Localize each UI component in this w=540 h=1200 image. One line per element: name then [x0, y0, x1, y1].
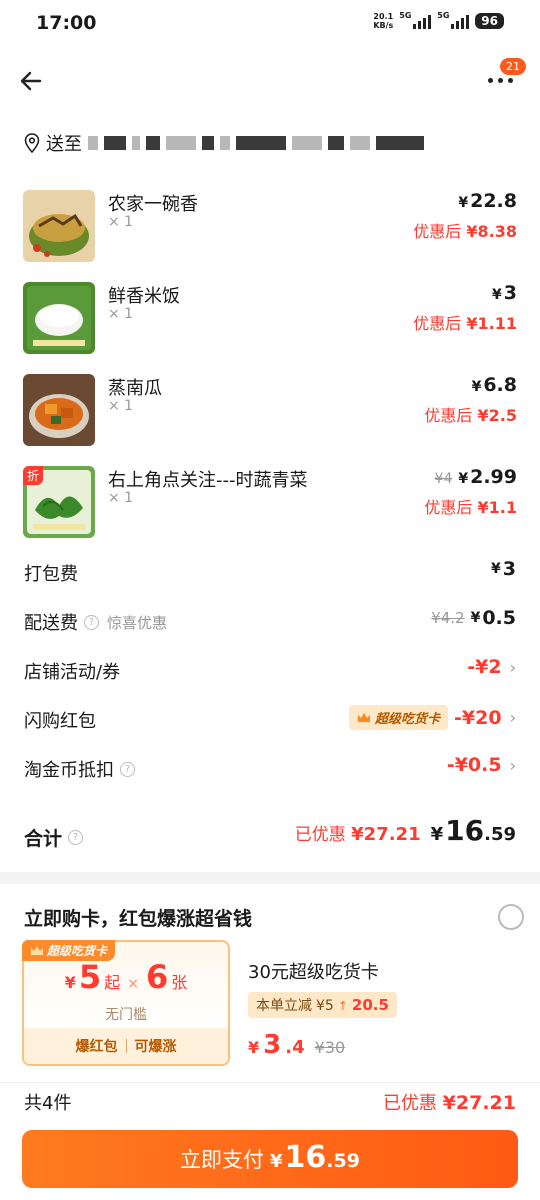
help-icon[interactable]: ? — [84, 614, 99, 630]
card-footer: 爆红包 可爆涨 — [24, 1028, 228, 1064]
item-thumbnail — [23, 374, 95, 446]
card-instant-discount: 本单立减 ¥5 ↑ 20.5 — [248, 992, 397, 1018]
signal-icon: 5G — [399, 11, 432, 29]
fee-list: 打包费 ¥3 配送费 ? 惊喜优惠 ¥4.2 ¥0.5 店铺活动/券 -¥2 › 闪… — [0, 548, 540, 793]
item-thumbnail — [23, 190, 95, 262]
section-divider — [0, 872, 540, 884]
bottom-saved: 已优惠 ¥27.21 — [382, 1092, 516, 1114]
super-foodie-card-chip: 超级吃货卡 — [349, 705, 449, 730]
coins-value: -¥0.5 › — [446, 754, 516, 776]
item-quantity: × 1 — [108, 398, 134, 414]
order-item[interactable]: 蒸南瓜 × 1 ¥6.8 优惠后 ¥2.5 — [0, 368, 540, 460]
coins-row[interactable]: 淘金币抵扣 ? -¥0.5 › — [0, 744, 540, 793]
card-promo-section: 立即购卡，红包爆涨超省钱 超级吃货卡 ¥ 5 起 × 6 张 无门槛 爆红包 可爆… — [0, 884, 540, 1074]
chevron-right-icon: › — [509, 657, 516, 677]
total-saved: 已优惠 ¥27.21 — [294, 824, 421, 845]
chevron-right-icon: › — [509, 708, 516, 727]
flash-redpacket-value: 超级吃货卡 -¥20 › — [349, 705, 516, 730]
notification-badge: 21 — [500, 58, 526, 75]
delivery-fee-value: ¥4.2 ¥0.5 — [431, 607, 516, 629]
status-icons: 20.1 KB/s 5G 5G 96 — [373, 11, 504, 30]
item-quantity: × 1 — [108, 214, 134, 230]
chevron-right-icon: › — [509, 755, 516, 775]
battery-icon: 96 — [475, 13, 504, 29]
bottom-summary: 共4件 已优惠 ¥27.21 — [0, 1082, 540, 1122]
order-items: 农家一碗香 × 1 ¥22.8 优惠后 ¥8.38 鲜香米饭 × 1 ¥3 优惠… — [0, 184, 540, 552]
delivery-fee-row: 配送费 ? 惊喜优惠 ¥4.2 ¥0.5 — [0, 597, 540, 646]
location-pin-icon — [24, 133, 40, 153]
item-quantity: × 1 — [108, 490, 134, 506]
item-name: 蒸南瓜 — [108, 378, 162, 399]
item-name: 右上角点关注---时蔬青菜 — [108, 470, 308, 491]
item-price: ¥6.8 — [471, 374, 517, 396]
card-price: ¥ 3.4 ¥30 — [248, 1030, 346, 1060]
order-item[interactable]: 鲜香米饭 × 1 ¥3 优惠后 ¥1.11 — [0, 276, 540, 368]
item-discount-price: 优惠后 ¥8.38 — [413, 222, 517, 241]
item-thumbnail: 折 — [23, 466, 95, 538]
super-foodie-card[interactable]: 超级吃货卡 ¥ 5 起 × 6 张 无门槛 爆红包 可爆涨 — [22, 940, 230, 1066]
delivery-address[interactable]: 送至 — [24, 128, 524, 158]
packing-fee-row: 打包费 ¥3 — [0, 548, 540, 597]
card-no-threshold: 无门槛 — [105, 1007, 147, 1023]
flash-redpacket-label: 闪购红包 — [24, 711, 96, 732]
store-promo-value: -¥2 › — [467, 656, 516, 678]
top-nav: 21 — [0, 56, 540, 106]
status-bar: 17:00 20.1 KB/s 5G 5G 96 — [0, 0, 540, 46]
status-time: 17:00 — [36, 12, 97, 34]
item-price: ¥22.8 — [458, 190, 517, 212]
arrow-up-icon: ↑ — [337, 999, 348, 1013]
more-dots-icon — [488, 78, 513, 83]
item-quantity: × 1 — [108, 306, 134, 322]
discount-tag: 折 — [23, 466, 44, 485]
more-options-button[interactable]: 21 — [488, 58, 526, 94]
promo-select-radio[interactable] — [498, 904, 524, 930]
item-count: 共4件 — [24, 1093, 72, 1114]
item-name: 农家一碗香 — [108, 194, 198, 215]
item-discount-price: 优惠后 ¥2.5 — [424, 406, 517, 425]
order-item[interactable]: 折 右上角点关注---时蔬青菜 × 1 ¥4 ¥2.99 优惠后 ¥1.1 — [0, 460, 540, 552]
back-arrow-icon[interactable] — [18, 68, 44, 94]
flash-redpacket-row[interactable]: 闪购红包 超级吃货卡 -¥20 › — [0, 695, 540, 744]
item-discount-price: 优惠后 ¥1.1 — [424, 498, 517, 517]
card-info-title: 30元超级吃货卡 — [248, 962, 379, 983]
address-redacted — [88, 136, 424, 150]
help-icon[interactable]: ? — [120, 761, 135, 777]
network-speed: 20.1 KB/s — [373, 12, 394, 30]
store-promo-label: 店铺活动/券 — [24, 662, 121, 683]
order-item[interactable]: 农家一碗香 × 1 ¥22.8 优惠后 ¥8.38 — [0, 184, 540, 276]
total-row: 合计 ? 已优惠 ¥27.21 ¥16.59 — [0, 808, 540, 858]
item-thumbnail — [23, 282, 95, 354]
promo-title: 立即购卡，红包爆涨超省钱 — [24, 908, 253, 930]
card-value: ¥ 5 起 × 6 张 — [64, 958, 188, 996]
crown-icon — [358, 713, 371, 722]
help-icon[interactable]: ? — [68, 830, 84, 845]
total-amount: ¥16.59 — [430, 814, 516, 847]
item-name: 鲜香米饭 — [108, 286, 180, 307]
item-discount-price: 优惠后 ¥1.11 — [413, 314, 517, 333]
coins-label: 淘金币抵扣 — [24, 760, 114, 781]
pay-now-button[interactable]: 立即支付 ¥ 16 .59 — [22, 1130, 518, 1188]
item-price: ¥3 — [492, 282, 517, 304]
address-prefix: 送至 — [46, 134, 82, 155]
delivery-fee-note: 惊喜优惠 — [107, 613, 168, 632]
signal-icon: 5G — [437, 11, 470, 29]
total-label: 合计 — [24, 828, 63, 850]
packing-fee-value: ¥3 — [491, 558, 516, 580]
crown-icon — [31, 946, 43, 955]
store-promo-row[interactable]: 店铺活动/券 -¥2 › — [0, 646, 540, 695]
packing-fee-label: 打包费 — [24, 564, 78, 585]
delivery-fee-label: 配送费 — [24, 613, 78, 634]
item-price: ¥4 ¥2.99 — [434, 466, 517, 488]
